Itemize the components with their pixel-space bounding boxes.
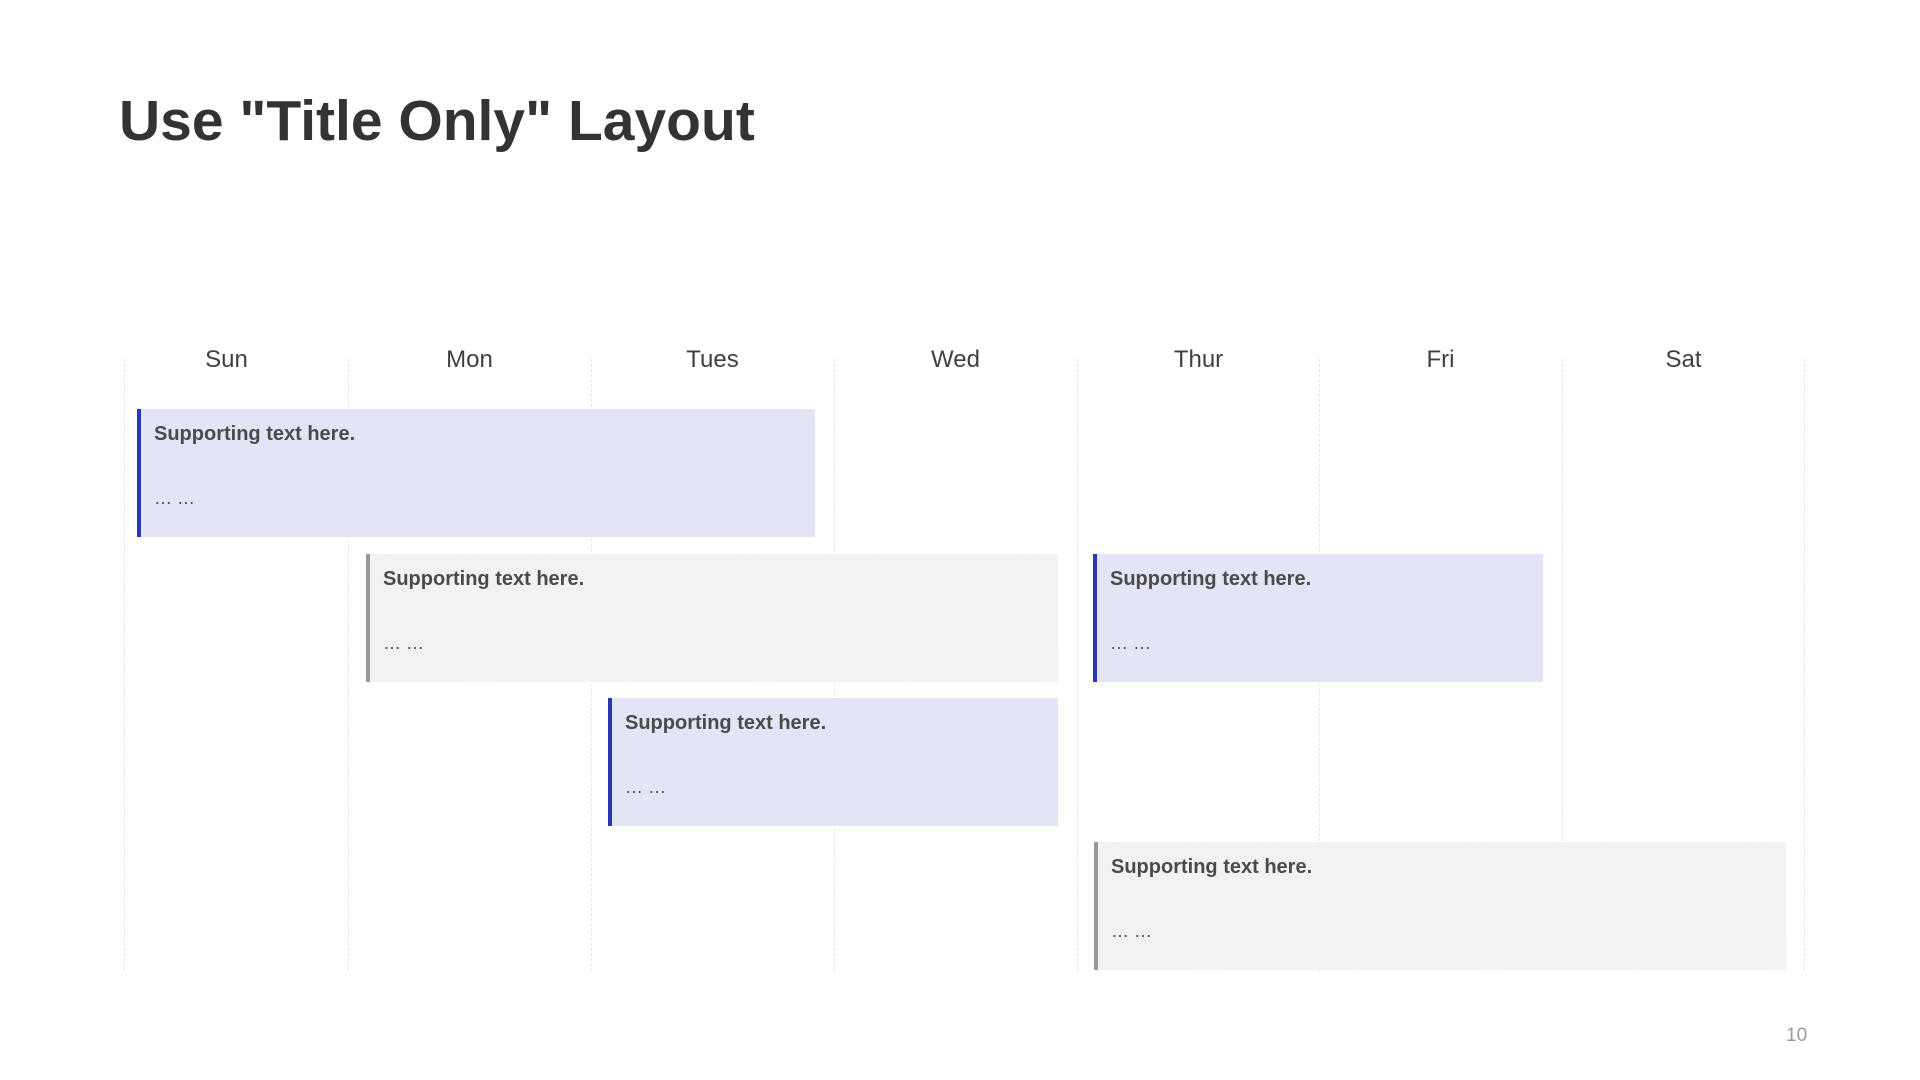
day-header-mon: Mon: [446, 346, 493, 373]
event-title: Supporting text here.: [1111, 856, 1313, 878]
grid-divider: [1077, 359, 1078, 971]
event-block[interactable]: Supporting text here. … …: [137, 409, 815, 537]
page-number: 10: [1786, 1025, 1808, 1046]
event-block[interactable]: Supporting text here. … …: [608, 698, 1058, 826]
event-block[interactable]: Supporting text here. … …: [1094, 842, 1786, 970]
day-header-sun: Sun: [205, 346, 248, 373]
grid-divider: [124, 359, 125, 971]
event-detail: … …: [1111, 921, 1153, 941]
event-title: Supporting text here.: [154, 423, 356, 445]
event-block[interactable]: Supporting text here. … …: [1093, 554, 1543, 682]
event-detail: … …: [383, 633, 425, 653]
day-header-thur: Thur: [1173, 346, 1224, 373]
grid-divider: [1804, 359, 1805, 971]
day-header-fri: Fri: [1426, 346, 1455, 373]
event-detail: … …: [154, 488, 196, 508]
day-header-sat: Sat: [1665, 346, 1702, 373]
day-header-tues: Tues: [686, 346, 739, 373]
event-detail: … …: [1110, 633, 1152, 653]
day-header-wed: Wed: [931, 346, 980, 373]
event-title: Supporting text here.: [383, 568, 585, 590]
event-title: Supporting text here.: [625, 712, 827, 734]
slide-title: Use "Title Only" Layout: [119, 89, 755, 153]
event-block[interactable]: Supporting text here. … …: [366, 554, 1058, 682]
event-title: Supporting text here.: [1110, 568, 1312, 590]
event-detail: … …: [625, 777, 667, 797]
